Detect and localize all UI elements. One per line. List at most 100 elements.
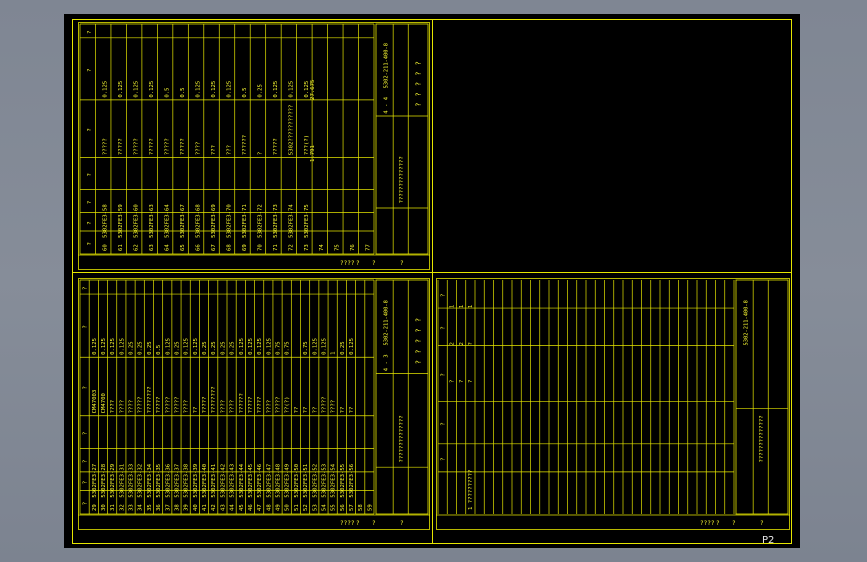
part-code: 5302FE3-72 — [257, 204, 263, 238]
item-text: ? — [468, 380, 474, 383]
row-number: 38 — [174, 504, 180, 511]
part-name: ?? — [193, 407, 199, 414]
part-code: 5302FE3-47 — [266, 464, 272, 498]
part-code: 5302FE3-52 — [312, 464, 318, 498]
part-code: 5302FE3-55 — [340, 464, 346, 498]
block-frame — [436, 278, 790, 530]
part-name: ????? — [149, 138, 155, 155]
part-code: 5302FE3-51 — [303, 464, 309, 498]
row-number: 45 — [239, 504, 245, 511]
part-code: 5302FE3-39 — [193, 464, 199, 498]
quantity: 0.25 — [129, 341, 135, 354]
row-number: 60 — [103, 244, 109, 251]
part-name: ???? — [195, 142, 201, 155]
quantity: 0.25 — [220, 341, 226, 354]
quantity: 0.25 — [211, 341, 217, 354]
part-code: 5302FE3-44 — [239, 463, 245, 497]
footer-cell: ? — [400, 260, 404, 267]
quantity: 0.125 — [195, 81, 201, 98]
part-code: 5302FE3-73 — [273, 204, 279, 238]
part-code: 5302FE3-69 — [211, 204, 217, 238]
row-number: 53 — [312, 504, 318, 511]
row-number: 68 — [226, 244, 232, 251]
part-code: 5302FE3-75 — [304, 204, 310, 238]
header-cell: ? — [83, 386, 89, 389]
quantity: 0.125 — [165, 338, 171, 355]
part-code: 5302FE3-28 — [101, 463, 107, 497]
sign-mark: ? — [415, 349, 423, 353]
header-cell: ? — [440, 373, 446, 376]
part-code: 5302FE3-50 — [294, 464, 300, 498]
row-number: 31 — [110, 504, 116, 511]
header-cell: ? — [87, 221, 93, 224]
quantity: 0.5 — [165, 87, 171, 97]
block-frame — [78, 22, 430, 270]
part-name: ???? — [266, 400, 272, 413]
row-number: 55 — [331, 504, 337, 511]
row-number: 29 — [92, 504, 98, 511]
row-number: 74 — [319, 244, 325, 251]
row-number: 64 — [165, 244, 171, 251]
part-name: ????? — [134, 138, 140, 155]
part-name: ????? — [202, 397, 208, 414]
footer-cell: ? — [356, 260, 360, 267]
part-code: 5302FE3-58 — [103, 204, 109, 238]
row-number: 46 — [248, 504, 254, 511]
footer-cell: ? — [372, 260, 376, 267]
row-number: 33 — [129, 504, 135, 511]
row-number: 42 — [211, 504, 217, 511]
part-name: ?????? — [239, 393, 245, 413]
row-number: 48 — [266, 504, 272, 511]
sheet-divider-vertical — [432, 19, 433, 544]
header-cell: ? — [440, 457, 446, 460]
title-text: ?????????????? — [399, 156, 405, 203]
part-name: ????? — [165, 138, 171, 155]
part-code: 5302FE3-37 — [174, 464, 180, 498]
quantity: 0.125 — [248, 338, 254, 355]
title-text: ?????????????? — [399, 415, 405, 462]
header-cell: ? — [87, 173, 93, 176]
footer-cell: ???? — [340, 260, 355, 267]
part-name: ???????? — [147, 386, 153, 413]
part-code: 5302FE3-49 — [285, 464, 291, 498]
item-text: ? — [468, 342, 474, 345]
quantity: 0.125 — [288, 81, 294, 98]
part-name: ?? — [340, 407, 346, 414]
row-number: 65 — [180, 244, 186, 251]
sign-mark: ? — [415, 82, 423, 86]
header-cell: ? — [440, 294, 446, 297]
part-code: 5302FE3-43 — [230, 464, 236, 498]
item-text: 1 — [459, 305, 465, 308]
quantity: 0.125 — [103, 81, 109, 98]
part-code: 5302FE3-59 — [118, 204, 124, 238]
quantity: 0.125 — [101, 338, 107, 355]
sheet-index: 4 - 4 — [383, 96, 389, 113]
item-text: ? — [459, 380, 465, 383]
row-number: 34 — [138, 504, 144, 511]
part-name: ???? — [110, 400, 116, 413]
quantity: 0.125 — [257, 338, 263, 355]
row-number: 50 — [285, 504, 291, 511]
part-code: 5302FE3-36 — [165, 464, 171, 498]
header-cell: ? — [83, 325, 89, 328]
quantity: 0.125 — [226, 81, 232, 98]
part-code: 5302FE3-29 — [110, 464, 116, 498]
item-text: 2 — [459, 342, 465, 345]
part-name: ????? — [273, 138, 279, 155]
part-code: 5302FE3-53 — [321, 464, 327, 498]
quantity: 0.5 — [242, 87, 248, 97]
sign-mark: ? — [415, 339, 423, 343]
quantity: 0.125 — [149, 81, 155, 98]
part-code: 5302FE3-38 — [184, 463, 190, 497]
quantity: 0.5 — [180, 87, 186, 97]
row-number: 75 — [335, 244, 341, 251]
drawing-viewport[interactable]: ??????? 60 5302FE3-58????? 0.125 61 5302FE3-5… — [64, 14, 800, 548]
quantity: 0.25 — [138, 341, 144, 354]
row-number: 61 — [118, 244, 124, 251]
footer-cell: ???? — [700, 520, 715, 527]
row-number: 57 — [349, 504, 355, 511]
quantity: 0.75 — [276, 341, 282, 354]
part-name: ?? — [349, 407, 355, 414]
header-cell: ? — [87, 31, 93, 34]
part-name: ????? — [257, 397, 263, 414]
